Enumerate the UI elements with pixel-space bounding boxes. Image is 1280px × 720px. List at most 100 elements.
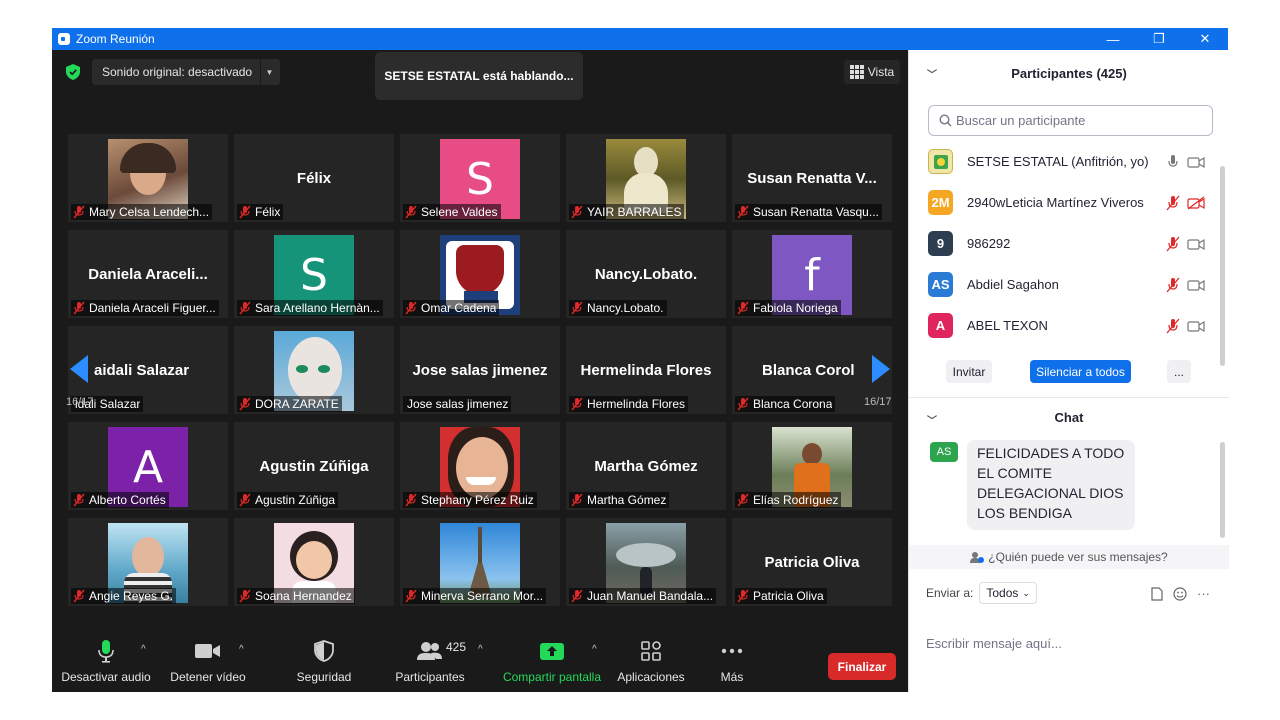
video-camera-icon[interactable] <box>1187 278 1205 292</box>
video-options-caret-icon[interactable]: ^ <box>239 644 244 655</box>
page-indicator-right: 16/17 <box>864 396 892 408</box>
participant-name: YAIR BARRALES <box>587 205 682 219</box>
encryption-shield-icon[interactable] <box>66 64 80 80</box>
security-button[interactable]: Seguridad <box>282 638 366 688</box>
muted-microphone-icon <box>405 205 417 219</box>
participant-video-tile[interactable]: Agustin Zúñiga Agustin Zúñiga <box>234 422 394 510</box>
muted-microphone-icon[interactable] <box>1165 236 1181 252</box>
participant-video-tile[interactable]: Hermelinda Flores Hermelinda Flores <box>566 326 726 414</box>
participant-video-tile[interactable]: f Fabiola Noriega <box>732 230 892 318</box>
participant-video-tile[interactable]: A Alberto Cortés <box>68 422 228 510</box>
mute-all-button[interactable]: Silenciar a todos <box>1030 360 1131 383</box>
participant-video-tile[interactable]: Jose salas jimenez Jose salas jimenez <box>400 326 560 414</box>
participant-name: Félix <box>255 205 281 219</box>
participant-list-name: ABEL TEXON <box>967 318 1048 333</box>
participant-video-tile[interactable]: Daniela Araceli... Daniela Araceli Figuer… <box>68 230 228 318</box>
emoji-icon[interactable] <box>1173 586 1187 601</box>
recipient-dropdown[interactable]: Todos ⌄ <box>979 582 1037 604</box>
participant-name: Alberto Cortés <box>89 493 166 507</box>
end-meeting-button[interactable]: Finalizar <box>828 653 896 680</box>
participants-more-button[interactable]: ... <box>1167 360 1191 383</box>
participant-video-tile[interactable]: S Sara Arellano Hernàn... <box>234 230 394 318</box>
participant-video-tile[interactable]: Mary Celsa Lendech... <box>68 134 228 222</box>
muted-microphone-icon[interactable] <box>1165 195 1181 211</box>
participant-video-tile[interactable]: Stephany Pérez Ruiz <box>400 422 560 510</box>
next-page-arrow-icon[interactable] <box>870 355 890 383</box>
chat-more-icon[interactable]: ··· <box>1197 586 1210 601</box>
participant-video-tile[interactable]: DORA ZARATE <box>234 326 394 414</box>
video-camera-icon[interactable] <box>1187 155 1205 169</box>
microphone-icon[interactable] <box>1165 154 1181 170</box>
participant-video-tile[interactable]: Nancy.Lobato. Nancy.Lobato. <box>566 230 726 318</box>
muted-microphone-icon <box>571 301 583 315</box>
video-camera-icon[interactable] <box>1187 237 1205 251</box>
participant-name: DORA ZARATE <box>255 397 339 411</box>
participant-video-tile[interactable]: Angie Reyes G. <box>68 518 228 606</box>
chevron-down-icon[interactable]: ▼ <box>260 59 278 85</box>
participant-list-scrollbar[interactable] <box>1220 166 1225 366</box>
gallery-view: Mary Celsa Lendech... Félix Félix S Selene V… <box>68 134 894 610</box>
more-button[interactable]: Más <box>708 638 756 688</box>
participant-video-tile[interactable]: S Selene Valdes <box>400 134 560 222</box>
participant-video-tile[interactable]: Minerva Serrano Mor... <box>400 518 560 606</box>
video-camera-icon[interactable] <box>1187 319 1205 333</box>
invite-button[interactable]: Invitar <box>946 360 992 383</box>
close-button[interactable]: ✕ <box>1182 28 1228 50</box>
participant-video-tile[interactable]: Juan Manuel Bandala... <box>566 518 726 606</box>
participant-name: Selene Valdes <box>421 205 498 219</box>
participant-search-input[interactable]: Buscar un participante <box>928 105 1213 136</box>
video-off-icon[interactable] <box>1187 196 1205 210</box>
recipient-value: Todos <box>986 586 1019 600</box>
share-screen-icon <box>540 642 564 660</box>
muted-microphone-icon <box>737 205 749 219</box>
share-screen-button[interactable]: Compartir pantalla <box>500 638 604 688</box>
collapse-chevron-icon[interactable]: ﹀ <box>927 66 937 81</box>
participant-video-tile[interactable]: Elías Rodríguez <box>732 422 892 510</box>
participant-video-tile[interactable]: Susan Renatta V... Susan Renatta Vasqu... <box>732 134 892 222</box>
apps-button[interactable]: Aplicaciones <box>610 638 692 688</box>
participant-video-tile[interactable]: Omar Cadena <box>400 230 560 318</box>
participant-list-item[interactable]: 9 986292 <box>909 223 1219 264</box>
previous-page-arrow-icon[interactable] <box>70 355 90 383</box>
zoom-app-icon <box>58 33 70 45</box>
muted-microphone-icon <box>239 589 251 603</box>
muted-microphone-icon <box>737 589 749 603</box>
muted-microphone-icon <box>405 493 417 507</box>
participant-list-name: SETSE ESTATAL (Anfitrión, yo) <box>967 154 1149 169</box>
view-button[interactable]: Vista <box>844 60 900 84</box>
participant-list-item[interactable]: SETSE ESTATAL (Anfitrión, yo) <box>909 141 1219 182</box>
chat-collapse-chevron-icon[interactable]: ﹀ <box>927 412 937 427</box>
participant-name: Martha Gómez <box>587 493 667 507</box>
participant-name: Daniela Araceli Figuer... <box>89 301 216 315</box>
muted-microphone-icon <box>571 493 583 507</box>
who-can-see-messages-link[interactable]: ¿Quién puede ver sus mensajes? <box>909 545 1229 569</box>
participant-video-tile[interactable]: YAIR BARRALES <box>566 134 726 222</box>
send-to-label: Enviar a: <box>926 586 974 600</box>
participant-video-tile[interactable]: Félix Félix <box>234 134 394 222</box>
participant-list-item[interactable]: AS Abdiel Sagahon <box>909 264 1219 305</box>
participant-name-bar: DORA ZARATE <box>237 396 342 412</box>
muted-microphone-icon[interactable] <box>1165 318 1181 334</box>
participant-video-tile[interactable]: Soana Hernandez <box>234 518 394 606</box>
participant-name-bar: Juan Manuel Bandala... <box>569 588 717 604</box>
participant-name: Patricia Oliva <box>753 589 824 603</box>
muted-microphone-icon[interactable] <box>1165 277 1181 293</box>
participant-video-tile[interactable]: Patricia Oliva Patricia Oliva <box>732 518 892 606</box>
participant-video-tile[interactable]: Martha Gómez Martha Gómez <box>566 422 726 510</box>
participant-name-bar: Daniela Araceli Figuer... <box>71 300 219 316</box>
participant-list-name: 986292 <box>967 236 1011 251</box>
participants-options-caret-icon[interactable]: ^ <box>478 644 483 655</box>
file-icon[interactable] <box>1151 586 1163 601</box>
participant-list-item[interactable]: 2M 2940wLeticia Martínez Viveros <box>909 182 1219 223</box>
mute-audio-button[interactable]: Desactivar audio <box>61 638 151 688</box>
audio-options-caret-icon[interactable]: ^ <box>141 644 146 655</box>
chat-message-input[interactable]: Escribir mensaje aquí... <box>926 636 1062 651</box>
share-options-caret-icon[interactable]: ^ <box>592 644 597 655</box>
muted-microphone-icon <box>239 493 251 507</box>
search-icon <box>939 114 952 127</box>
minimize-button[interactable]: — <box>1090 28 1136 50</box>
participant-list-item[interactable]: A ABEL TEXON <box>909 305 1219 346</box>
chat-scrollbar[interactable] <box>1220 442 1225 538</box>
original-sound-dropdown[interactable]: Sonido original: desactivado ▼ <box>92 59 280 85</box>
restore-button[interactable]: ❐ <box>1136 28 1182 50</box>
